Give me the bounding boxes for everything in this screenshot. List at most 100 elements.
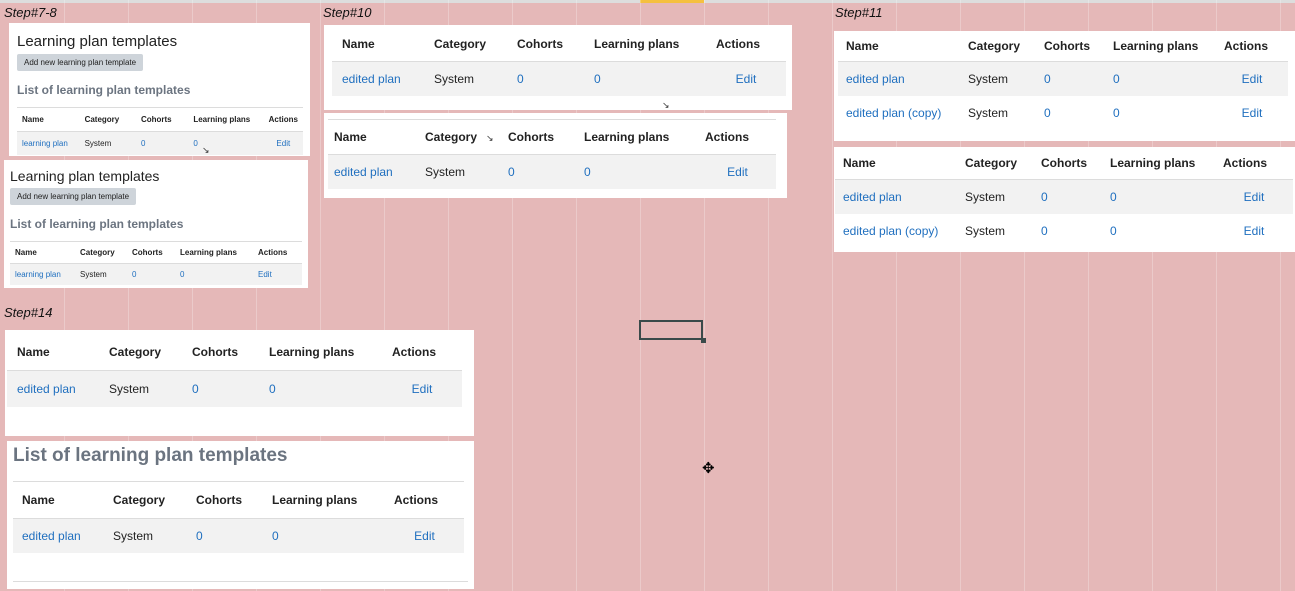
col-header-category: Category <box>99 334 182 371</box>
col-header-name: Name <box>10 241 75 264</box>
template-category: System <box>957 214 1033 248</box>
col-header-cohorts: Cohorts <box>502 119 578 155</box>
edit-link[interactable]: Edit <box>706 61 786 96</box>
template-name-link[interactable]: edited plan (copy) <box>838 96 960 130</box>
col-header-learning-plans: Learning plans <box>263 481 385 519</box>
learning-plans-count-link[interactable]: 0 <box>578 154 699 189</box>
fill-handle[interactable] <box>701 338 706 343</box>
templates-table: Name Category Cohorts Learning plans Act… <box>328 119 776 189</box>
cohorts-count-link[interactable]: 0 <box>182 370 259 407</box>
template-category: System <box>424 61 507 96</box>
add-template-button[interactable]: Add new learning plan template <box>10 188 137 205</box>
learning-plans-count-link[interactable]: 0 <box>1102 214 1215 248</box>
templates-table: Name Category Cohorts Learning plans Act… <box>13 481 464 553</box>
col-header-cohorts: Cohorts <box>1036 31 1105 62</box>
list-title: List of learning plan templates <box>17 83 191 97</box>
col-header-name: Name <box>838 31 960 62</box>
col-header-name: Name <box>332 27 424 62</box>
templates-table: Name Category Cohorts Learning plans Act… <box>835 147 1293 248</box>
table-row: learning plan System 0 0 Edit <box>17 131 303 155</box>
col-header-category: Category <box>104 481 187 519</box>
col-header-name: Name <box>17 107 80 132</box>
template-category: System <box>79 131 136 155</box>
edit-link[interactable]: Edit <box>1215 214 1293 248</box>
page-title: Learning plan templates <box>10 168 160 184</box>
table-row: edited plan (copy) System 0 0 Edit <box>838 96 1288 130</box>
edit-link[interactable]: Edit <box>263 131 303 155</box>
col-header-actions: Actions <box>382 334 462 371</box>
col-header-actions: Actions <box>699 119 776 155</box>
col-header-learning-plans: Learning plans <box>584 27 706 62</box>
step-label-11: Step#11 <box>835 5 883 20</box>
cohorts-count-link[interactable]: 0 <box>1033 179 1102 214</box>
edit-link[interactable]: Edit <box>699 154 776 189</box>
col-header-name: Name <box>835 147 957 180</box>
template-name-link[interactable]: learning plan <box>17 131 80 155</box>
col-header-learning-plans: Learning plans <box>175 241 253 264</box>
template-name-link[interactable]: edited plan <box>7 370 99 407</box>
cursor-crosshair-icon: ✥ <box>702 460 715 477</box>
list-title: List of learning plan templates <box>10 217 184 231</box>
template-name-link[interactable]: edited plan <box>332 61 424 96</box>
learning-plans-count-link[interactable]: 0 <box>263 518 385 553</box>
template-name-link[interactable]: edited plan (copy) <box>835 214 957 248</box>
template-name-link[interactable]: edited plan <box>838 61 960 96</box>
template-name-link[interactable]: edited plan <box>835 179 957 214</box>
step-label-10: Step#10 <box>323 5 372 20</box>
col-header-actions: Actions <box>263 107 303 132</box>
gridline <box>832 0 833 591</box>
col-header-learning-plans: Learning plans <box>1102 147 1215 180</box>
page-title: Learning plan templates <box>17 33 178 50</box>
edit-link[interactable]: Edit <box>1216 61 1288 96</box>
add-template-button[interactable]: Add new learning plan template <box>17 54 144 71</box>
col-header-learning-plans: Learning plans <box>259 334 382 371</box>
col-header-cohorts: Cohorts <box>127 241 175 264</box>
learning-plans-count-link[interactable]: 0 <box>1105 96 1216 130</box>
col-header-category: Category <box>424 27 507 62</box>
table-row: edited plan System 0 0 Edit <box>13 518 464 553</box>
col-header-actions: Actions <box>706 27 786 62</box>
templates-table: Name Category Cohorts Learning plans Act… <box>7 334 462 407</box>
template-category: System <box>104 518 187 553</box>
step78-screenshot-a: Learning plan templates Add new learning… <box>9 23 310 156</box>
col-header-learning-plans: Learning plans <box>188 107 264 132</box>
learning-plans-count-link[interactable]: 0 <box>1102 179 1215 214</box>
col-header-actions: Actions <box>1216 31 1288 62</box>
col-header-actions: Actions <box>253 241 302 264</box>
cohorts-count-link[interactable]: 0 <box>127 263 175 285</box>
step-label-14: Step#14 <box>4 305 53 320</box>
edit-link[interactable]: Edit <box>382 370 462 407</box>
table-row: edited plan System 0 0 Edit <box>7 370 462 407</box>
step11-screenshot-a: Name Category Cohorts Learning plans Act… <box>834 31 1295 141</box>
cohorts-count-link[interactable]: 0 <box>135 131 189 155</box>
cohorts-count-link[interactable]: 0 <box>1033 214 1102 248</box>
learning-plans-count-link[interactable]: 0 <box>1105 61 1216 96</box>
template-name-link[interactable]: learning plan <box>10 263 75 285</box>
mouse-pointer-icon: ↘ <box>202 145 210 155</box>
cohorts-count-link[interactable]: 0 <box>1036 61 1105 96</box>
col-header-category: Category <box>960 31 1036 62</box>
cohorts-count-link[interactable]: 0 <box>502 154 578 189</box>
template-category: System <box>957 179 1033 214</box>
learning-plans-count-link[interactable]: 0 <box>259 370 382 407</box>
templates-table: Name Category Cohorts Learning plans Act… <box>10 241 302 285</box>
table-row: edited plan System 0 0 Edit <box>835 179 1293 214</box>
cohorts-count-link[interactable]: 0 <box>1036 96 1105 130</box>
step10-screenshot-b: Name Category Cohorts Learning plans Act… <box>324 113 787 198</box>
col-header-cohorts: Cohorts <box>182 334 259 371</box>
edit-link[interactable]: Edit <box>1216 96 1288 130</box>
template-name-link[interactable]: edited plan <box>13 518 104 553</box>
step14-screenshot-a: Name Category Cohorts Learning plans Act… <box>5 330 474 436</box>
learning-plans-count-link[interactable]: 0 <box>188 131 264 155</box>
selected-cell[interactable] <box>639 320 703 340</box>
edit-link[interactable]: Edit <box>253 263 302 285</box>
cohorts-count-link[interactable]: 0 <box>187 518 263 553</box>
learning-plans-count-link[interactable]: 0 <box>584 61 706 96</box>
step-label-7-8: Step#7-8 <box>4 5 57 20</box>
template-name-link[interactable]: edited plan <box>328 154 419 189</box>
col-header-cohorts: Cohorts <box>507 27 584 62</box>
learning-plans-count-link[interactable]: 0 <box>175 263 253 285</box>
edit-link[interactable]: Edit <box>385 518 464 553</box>
cohorts-count-link[interactable]: 0 <box>507 61 584 96</box>
edit-link[interactable]: Edit <box>1215 179 1293 214</box>
